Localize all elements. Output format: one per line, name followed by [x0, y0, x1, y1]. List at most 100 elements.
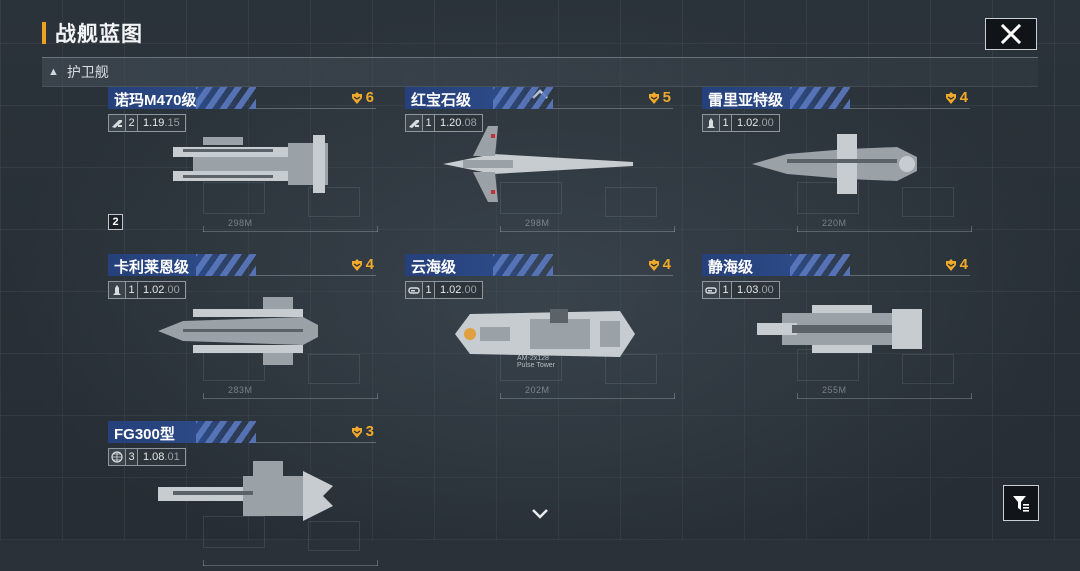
ship-blueprint-image	[163, 125, 333, 210]
ship-card[interactable]: 卡利莱恩级 4 1 1.02.00 283M	[108, 254, 378, 404]
scale-line	[797, 231, 972, 232]
scale-tick	[971, 393, 972, 399]
header-divider	[256, 275, 376, 276]
scale-tick	[377, 393, 378, 399]
version-main: 1.02	[737, 117, 759, 129]
rank-value: 4	[365, 256, 374, 273]
rank-badge: 4	[350, 256, 374, 273]
scale-tick	[797, 393, 798, 399]
ship-type-badge	[405, 114, 423, 132]
scale-line	[500, 231, 675, 232]
ship-type-badge	[702, 281, 720, 299]
ship-length: 255M	[822, 385, 847, 395]
version-main: 1.03	[737, 284, 759, 296]
missile-icon	[113, 285, 121, 295]
rank-value: 5	[662, 89, 671, 106]
ship-name: 雷里亚特级	[708, 92, 784, 109]
rank-emblem-icon	[648, 91, 659, 104]
rank-emblem-icon	[351, 91, 362, 104]
globe-icon	[111, 451, 123, 463]
sniper-icon	[112, 120, 122, 128]
ship-card[interactable]: 雷里亚特级 4 1 1.02.00 220M	[702, 87, 972, 237]
header-divider	[850, 275, 970, 276]
ship-tier: 1	[126, 281, 138, 299]
ship-meta: 1 1.02.00	[405, 281, 483, 299]
rank-emblem-icon	[351, 425, 362, 438]
version-main: 1.02	[440, 284, 462, 296]
rank-badge: 4	[944, 256, 968, 273]
filter-icon	[1013, 496, 1029, 512]
weapon-annotation: AM-2x128 Pulse Tower	[517, 355, 555, 369]
ship-type-badge	[108, 448, 126, 466]
ship-length: 283M	[228, 385, 253, 395]
rank-emblem-icon	[648, 258, 659, 271]
ship-tier: 1	[423, 281, 435, 299]
ship-card[interactable]: 静海级 4 1 1.03.00 255M	[702, 254, 972, 404]
ship-version: 1.02.00	[435, 281, 483, 299]
close-icon	[1000, 23, 1022, 45]
rank-badge: 6	[350, 89, 374, 106]
page-title: 战舰蓝图	[55, 23, 143, 46]
close-button[interactable]	[985, 18, 1037, 50]
carrier-icon	[408, 287, 420, 294]
ship-name: 卡利莱恩级	[114, 259, 190, 276]
triangle-up-icon: ▲	[48, 66, 59, 78]
tech-badge: 2	[108, 214, 123, 230]
header-divider	[553, 275, 673, 276]
rank-emblem-icon	[351, 258, 362, 271]
ship-card[interactable]: 红宝石级 5 1 1.20.08 298M	[405, 87, 675, 237]
ship-name: FG300型	[114, 426, 175, 443]
ship-name-header: 静海级	[702, 254, 850, 276]
ship-name-header: 红宝石级	[405, 87, 553, 109]
scale-tick	[674, 226, 675, 232]
ship-blueprint-image	[747, 129, 927, 204]
ship-type-badge	[108, 281, 126, 299]
sniper-icon	[409, 120, 419, 128]
ship-length: 298M	[525, 218, 550, 228]
section-header-frigate[interactable]: ▲ 护卫舰	[42, 57, 1038, 87]
scale-line	[797, 398, 972, 399]
ship-card[interactable]: 云海级 4 1 1.02.00 202M AM-2x128 Pulse Tower	[405, 254, 675, 404]
rank-value: 3	[365, 423, 374, 440]
scale-tick	[203, 226, 204, 232]
annotation-label: AM-2x128	[517, 355, 549, 362]
scale-line	[203, 565, 378, 566]
filter-button[interactable]	[1003, 485, 1039, 521]
header-divider	[256, 108, 376, 109]
ship-name: 云海级	[411, 259, 457, 276]
header-divider	[256, 442, 376, 443]
ship-type-badge	[108, 114, 126, 132]
ship-card[interactable]: FG300型 3 3 1.08.01	[108, 421, 378, 571]
ship-tier: 1	[720, 114, 732, 132]
scale-tick	[797, 226, 798, 232]
carrier-icon	[705, 287, 717, 294]
ship-name: 诺玛M470级	[114, 92, 197, 109]
ship-tier: 3	[126, 448, 138, 466]
ship-name: 红宝石级	[411, 92, 472, 109]
ship-length: 202M	[525, 385, 550, 395]
chevron-down-icon[interactable]	[531, 508, 549, 520]
ship-type-badge	[405, 281, 423, 299]
scale-line	[500, 398, 675, 399]
rank-value: 4	[959, 89, 968, 106]
scale-line	[203, 231, 378, 232]
ship-card[interactable]: 诺玛M470级 6 2 1.19.15 298M 2	[108, 87, 378, 237]
ship-blueprint-image	[153, 461, 343, 536]
version-sub: .00	[758, 117, 774, 129]
missile-icon	[707, 118, 715, 128]
rank-badge: 5	[647, 89, 671, 106]
ship-tier: 1	[720, 281, 732, 299]
version-main: 1.19	[143, 117, 165, 129]
ship-name-header: FG300型	[108, 421, 256, 443]
rank-value: 4	[662, 256, 671, 273]
ship-name-header: 卡利莱恩级	[108, 254, 256, 276]
scale-tick	[500, 393, 501, 399]
scale-tick	[674, 393, 675, 399]
title-accent	[42, 22, 46, 44]
ship-type-badge	[702, 114, 720, 132]
ship-blueprint-image	[752, 299, 942, 364]
scale-tick	[377, 226, 378, 232]
ship-length: 298M	[228, 218, 253, 228]
ship-blueprint-image	[433, 124, 643, 209]
ship-name-header: 云海级	[405, 254, 553, 276]
